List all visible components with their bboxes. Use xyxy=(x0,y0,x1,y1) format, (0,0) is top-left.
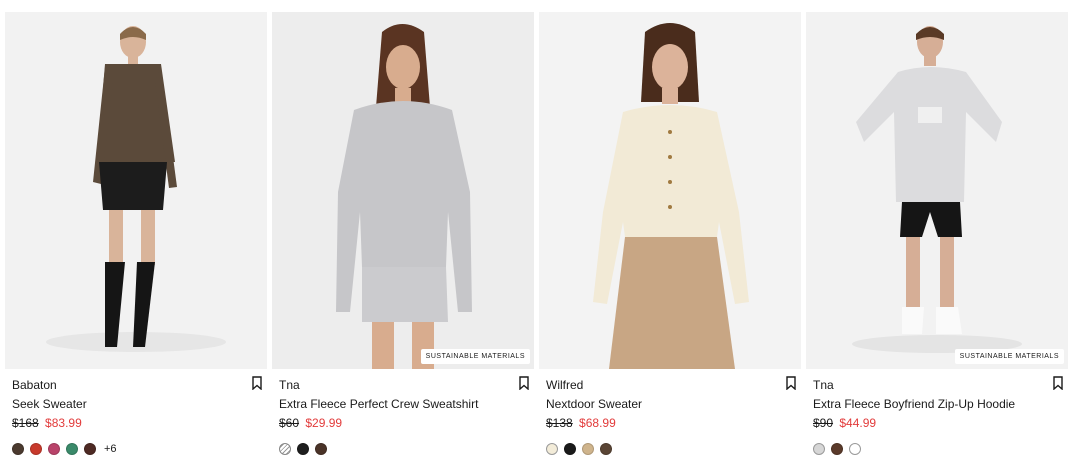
color-swatch[interactable] xyxy=(279,442,291,455)
product-grid: Babaton Seek Sweater $168 $83.99 +6 SUST… xyxy=(0,0,1080,456)
product-card[interactable]: SUSTAINABLE MATERIALS Tna Extra Fleece P… xyxy=(272,0,534,456)
sustainable-badge: SUSTAINABLE MATERIALS xyxy=(420,349,530,364)
sale-price: $29.99 xyxy=(305,416,343,430)
color-swatch[interactable] xyxy=(813,442,825,455)
product-card[interactable]: Babaton Seek Sweater $168 $83.99 +6 xyxy=(5,0,267,456)
product-name[interactable]: Extra Fleece Boyfriend Zip-Up Hoodie xyxy=(813,397,1015,411)
sale-price: $83.99 xyxy=(45,416,82,430)
color-swatch[interactable] xyxy=(48,442,60,455)
color-swatch[interactable] xyxy=(66,442,78,455)
product-image[interactable] xyxy=(539,12,801,369)
product-price: $138 $68.99 xyxy=(546,416,616,430)
product-price: $168 $83.99 xyxy=(12,416,82,430)
bookmark-icon[interactable] xyxy=(1052,376,1064,390)
color-swatch[interactable] xyxy=(12,442,24,455)
product-brand[interactable]: Wilfred xyxy=(546,378,583,392)
model-photo xyxy=(272,12,534,369)
model-photo xyxy=(5,12,267,369)
product-image[interactable]: SUSTAINABLE MATERIALS xyxy=(272,12,534,369)
product-brand[interactable]: Tna xyxy=(279,378,300,392)
product-image[interactable]: SUSTAINABLE MATERIALS xyxy=(806,12,1068,369)
product-image[interactable] xyxy=(5,12,267,369)
color-swatch[interactable] xyxy=(564,442,576,455)
bookmark-icon[interactable] xyxy=(785,376,797,390)
original-price: $60 xyxy=(279,416,300,430)
color-swatch[interactable] xyxy=(297,442,309,455)
product-price: $90 $44.99 xyxy=(813,416,876,430)
color-swatch[interactable] xyxy=(849,442,861,455)
product-brand[interactable]: Tna xyxy=(813,378,834,392)
sustainable-badge: SUSTAINABLE MATERIALS xyxy=(954,349,1064,364)
model-photo xyxy=(806,12,1068,369)
product-brand[interactable]: Babaton xyxy=(12,378,57,392)
more-colors-count[interactable]: +6 xyxy=(104,443,117,455)
color-swatch[interactable] xyxy=(831,442,843,455)
color-swatches xyxy=(813,442,861,455)
original-price: $168 xyxy=(12,416,39,430)
color-swatches xyxy=(279,442,327,455)
product-name[interactable]: Nextdoor Sweater xyxy=(546,397,642,411)
color-swatches xyxy=(546,442,612,455)
original-price: $138 xyxy=(546,416,573,430)
product-price: $60 $29.99 xyxy=(279,416,342,430)
color-swatch[interactable] xyxy=(600,442,612,455)
color-swatches: +6 xyxy=(12,442,117,455)
color-swatch[interactable] xyxy=(582,442,594,455)
bookmark-icon[interactable] xyxy=(251,376,263,390)
sale-price: $68.99 xyxy=(579,416,616,430)
bookmark-icon[interactable] xyxy=(518,376,530,390)
product-name[interactable]: Extra Fleece Perfect Crew Sweatshirt xyxy=(279,397,478,411)
color-swatch[interactable] xyxy=(315,442,327,455)
product-card[interactable]: SUSTAINABLE MATERIALS Tna Extra Fleece B… xyxy=(806,0,1068,456)
color-swatch[interactable] xyxy=(30,442,42,455)
sale-price: $44.99 xyxy=(839,416,877,430)
color-swatch[interactable] xyxy=(546,442,558,455)
product-name[interactable]: Seek Sweater xyxy=(12,397,87,411)
product-card[interactable]: Wilfred Nextdoor Sweater $138 $68.99 xyxy=(539,0,801,456)
original-price: $90 xyxy=(813,416,834,430)
model-photo xyxy=(539,12,801,369)
color-swatch[interactable] xyxy=(84,442,96,455)
